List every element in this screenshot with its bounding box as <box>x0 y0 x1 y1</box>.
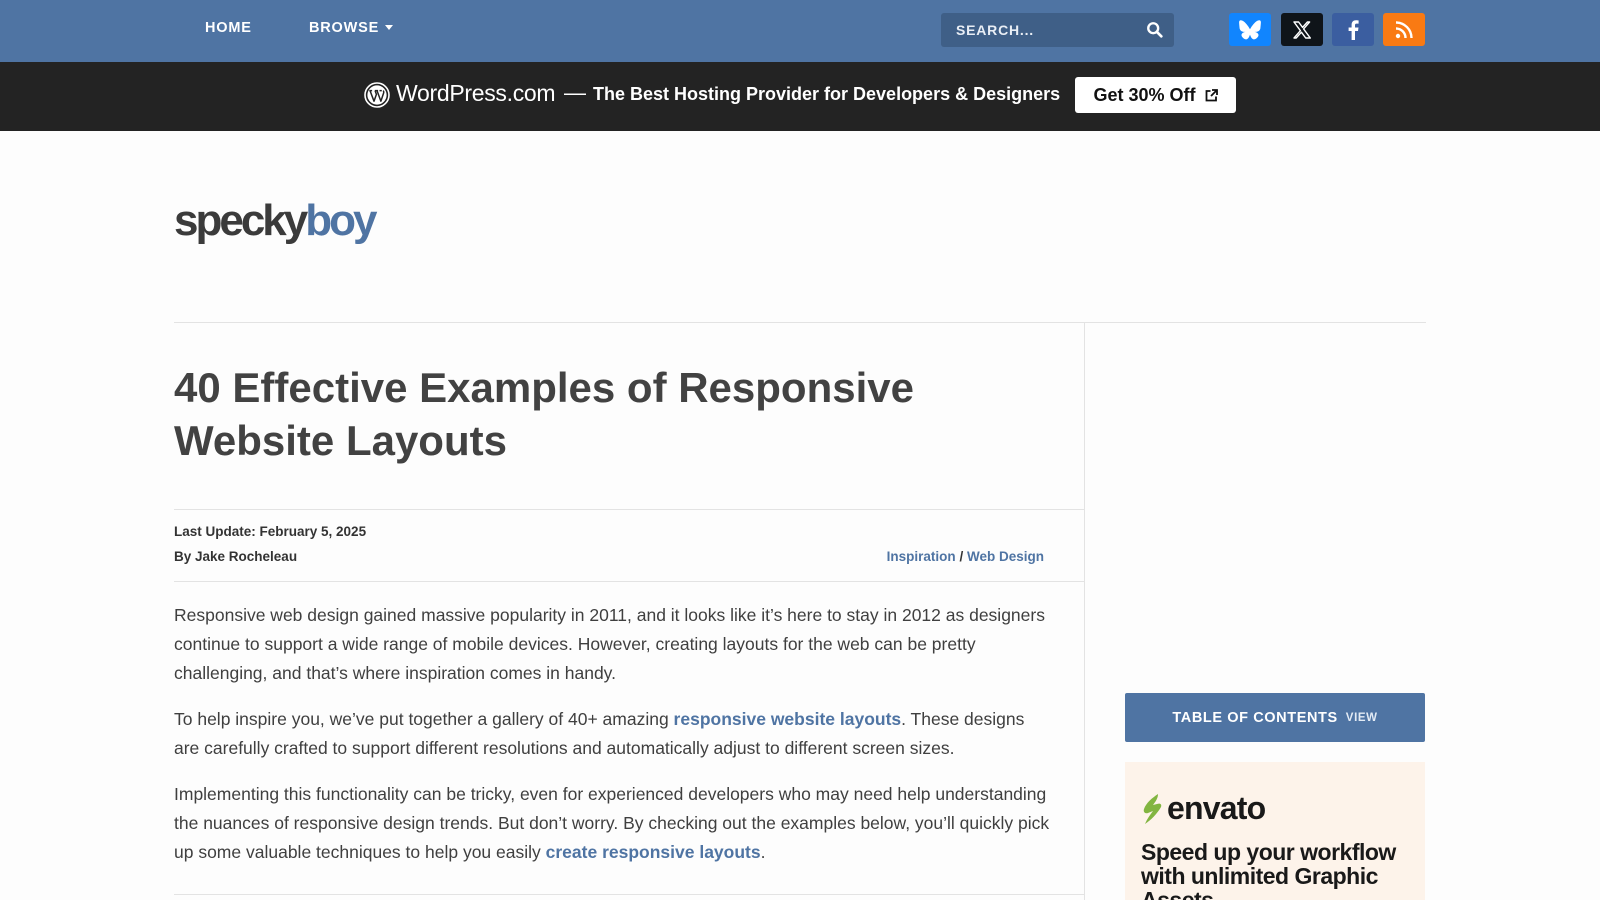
envato-brand: envato <box>1167 790 1266 826</box>
intro-paragraph-2: To help inspire you, we’ve put together … <box>174 705 1054 763</box>
last-update: Last Update: February 5, 2025 <box>174 524 367 539</box>
content-bottom-divider <box>174 894 1084 895</box>
meta-top-divider <box>174 509 1084 510</box>
site-logo[interactable]: speckyboy <box>174 196 377 246</box>
category-separator: / <box>959 549 964 564</box>
nav-home-link[interactable]: HOME <box>205 20 252 36</box>
intro-paragraph-1: Responsive web design gained massive pop… <box>174 605 1045 683</box>
site-logo-part2: boy <box>305 196 377 245</box>
promo-tagline: The Best Hosting Provider for Developers… <box>593 84 1061 104</box>
get-offer-label: Get 30% Off <box>1093 84 1196 105</box>
create-layouts-link[interactable]: create responsive layouts <box>546 842 761 862</box>
category-web-design-link[interactable]: Web Design <box>967 549 1044 564</box>
rss-button[interactable] <box>1383 13 1425 46</box>
article-title: 40 Effective Examples of Responsive Webs… <box>174 364 914 464</box>
chevron-down-icon <box>385 25 394 30</box>
rss-icon <box>1395 20 1413 38</box>
facebook-button[interactable] <box>1332 13 1374 46</box>
x-button[interactable] <box>1281 13 1323 46</box>
x-icon <box>1293 20 1311 39</box>
meta-bottom-divider <box>174 581 1084 582</box>
promo-dash: — <box>564 80 586 105</box>
category-links: Inspiration / Web Design <box>887 549 1044 564</box>
column-divider <box>1084 322 1085 900</box>
nav-browse-label: BROWSE <box>309 20 380 36</box>
intro-paragraph-3: Implementing this functionality can be t… <box>174 780 1054 867</box>
p3-text-b: . <box>760 842 766 862</box>
table-of-contents-button[interactable]: TABLE OF CONTENTS VIEW <box>1125 693 1425 742</box>
search-icon[interactable] <box>1146 21 1164 39</box>
envato-ad[interactable]: envato Speed up your workflow with unlim… <box>1125 762 1425 900</box>
search-box <box>941 13 1174 47</box>
site-logo-part1: specky <box>174 196 308 245</box>
envato-logo: envato <box>1141 790 1266 827</box>
toc-label: TABLE OF CONTENTS <box>1172 709 1338 726</box>
ad-headline: Speed up your workflow with unlimited Gr… <box>1141 839 1396 900</box>
p2-text-a: To help inspire you, we’ve put together … <box>174 709 674 729</box>
wordpress-logo-icon <box>364 82 390 108</box>
external-link-icon <box>1205 88 1218 101</box>
top-nav: HOME BROWSE <box>0 0 1600 62</box>
wordpress-brand: WordPress.com <box>396 80 556 106</box>
search-input[interactable] <box>941 13 1136 47</box>
nav-browse-menu[interactable]: BROWSE <box>309 20 394 36</box>
envato-leaf-icon <box>1143 793 1162 824</box>
bluesky-button[interactable] <box>1229 13 1271 46</box>
get-offer-button[interactable]: Get 30% Off <box>1075 77 1236 113</box>
category-inspiration-link[interactable]: Inspiration <box>887 549 956 564</box>
facebook-icon <box>1348 19 1359 40</box>
toc-view-label: VIEW <box>1345 711 1378 724</box>
responsive-layouts-link[interactable]: responsive website layouts <box>674 709 902 729</box>
author-byline: By Jake Rocheleau <box>174 549 298 564</box>
header-divider <box>174 322 1426 323</box>
bluesky-icon <box>1239 19 1261 39</box>
promo-banner: WordPress.com — The Best Hosting Provide… <box>0 62 1600 131</box>
